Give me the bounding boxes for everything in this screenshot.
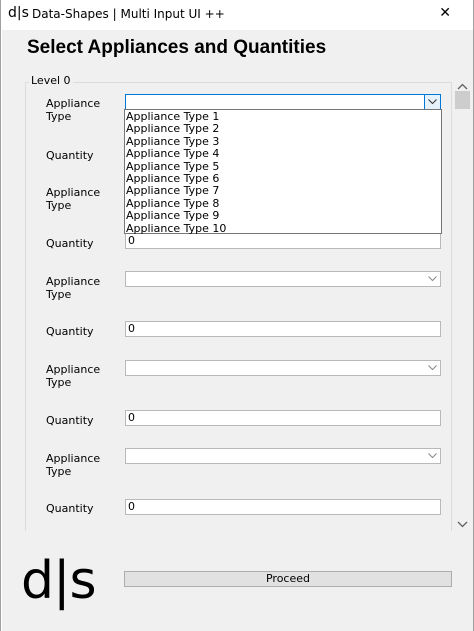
dropdown-option[interactable]: Appliance Type 10 <box>125 222 441 235</box>
quantity-label: Quantity <box>46 325 94 338</box>
quantity-field-5[interactable]: 0 <box>125 499 441 515</box>
appliance-type-select-5[interactable] <box>125 448 441 464</box>
appliance-type-dropdown-list: Appliance Type 1 Appliance Type 2 Applia… <box>124 109 442 234</box>
appliance-type-select-4[interactable] <box>125 360 441 376</box>
window-title: Data-Shapes | Multi Input UI ++ <box>32 7 225 21</box>
quantity-label: Quantity <box>46 237 94 250</box>
appliance-type-label: Appliance Type <box>46 97 101 123</box>
appliance-type-select-3[interactable] <box>125 271 441 287</box>
chevron-down-icon[interactable] <box>424 272 440 286</box>
close-button[interactable]: ✕ <box>439 5 451 21</box>
level-label: Level 0 <box>29 74 73 88</box>
appliance-type-label: Appliance Type <box>46 186 101 212</box>
app-logo-icon: d|s <box>8 5 29 21</box>
footer-panel: d|s Proceed <box>2 531 473 631</box>
chevron-down-icon[interactable] <box>424 361 440 375</box>
appliance-type-select-1[interactable] <box>125 94 441 110</box>
brand-logo: d|s <box>21 551 97 611</box>
dropdown-option[interactable]: Appliance Type 7 <box>125 184 441 197</box>
quantity-field-4[interactable]: 0 <box>125 410 441 426</box>
quantity-label: Quantity <box>46 502 94 515</box>
quantity-label: Quantity <box>46 149 94 162</box>
quantity-field-3[interactable]: 0 <box>125 321 441 337</box>
appliance-type-label: Appliance Type <box>46 452 101 478</box>
proceed-button[interactable]: Proceed <box>124 571 452 587</box>
app-window: d|s Data-Shapes | Multi Input UI ++ ✕ Se… <box>0 0 474 631</box>
title-bar: d|s Data-Shapes | Multi Input UI ++ ✕ <box>1 0 473 30</box>
dropdown-option[interactable]: Appliance Type 4 <box>125 147 441 160</box>
page-title: Select Appliances and Quantities <box>27 37 327 58</box>
appliance-type-label: Appliance Type <box>46 275 101 301</box>
appliance-type-label: Appliance Type <box>46 363 101 389</box>
dropdown-option[interactable]: Appliance Type 2 <box>125 122 441 135</box>
quantity-label: Quantity <box>46 414 94 427</box>
chevron-down-icon[interactable] <box>424 95 440 109</box>
scrollbar-thumb[interactable] <box>455 91 470 109</box>
dropdown-option[interactable]: Appliance Type 9 <box>125 209 441 222</box>
quantity-field-2[interactable]: 0 <box>125 233 441 249</box>
chevron-down-icon[interactable] <box>424 449 440 463</box>
vertical-scrollbar[interactable] <box>454 72 471 531</box>
header-panel: Select Appliances and Quantities <box>2 30 473 72</box>
